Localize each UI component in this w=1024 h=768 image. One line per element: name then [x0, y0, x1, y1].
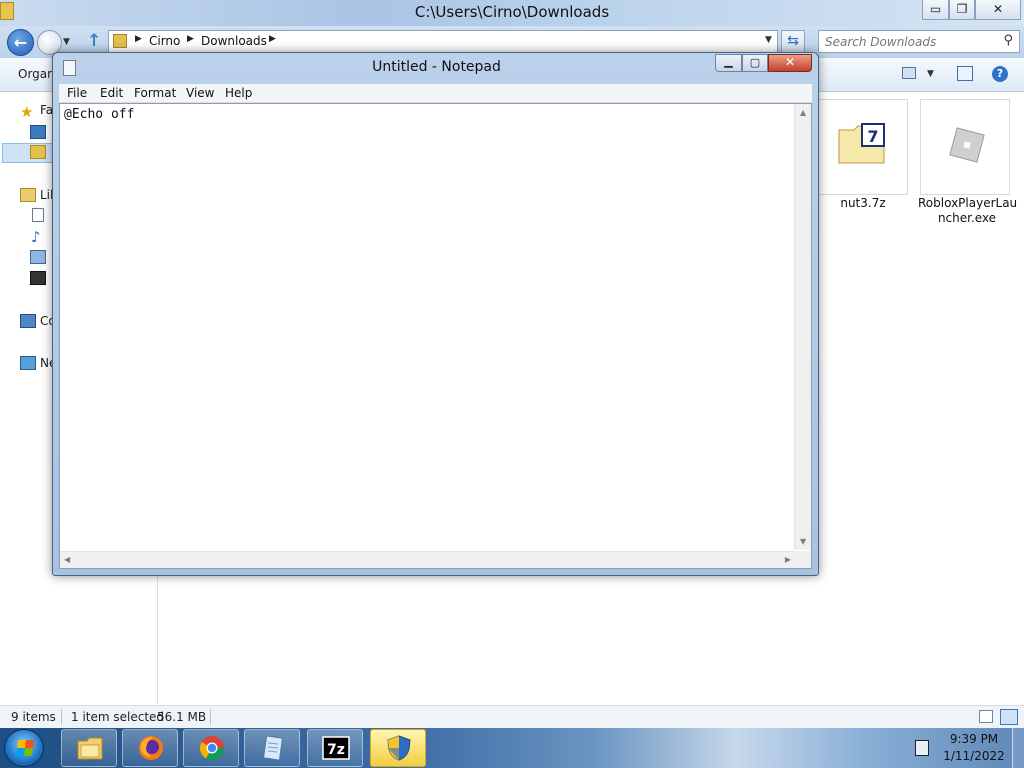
- explorer-minimize-button[interactable]: ▭: [922, 0, 949, 20]
- file-label-robloxplayerlauncher[interactable]: RobloxPlayerLau ncher.exe: [918, 196, 1018, 226]
- firefox-icon: [139, 736, 163, 760]
- recent-pages-dropdown-icon[interactable]: ▼: [63, 37, 70, 47]
- refresh-button[interactable]: ⇆: [781, 30, 805, 53]
- downloads-folder-icon: [113, 34, 127, 48]
- folder-icon: [77, 737, 103, 760]
- music-icon[interactable]: ♪: [31, 228, 47, 246]
- notepad-content[interactable]: @Echo off: [64, 107, 134, 122]
- roblox-icon: [949, 127, 985, 163]
- file-label-nut3-7z[interactable]: nut3.7z: [818, 196, 908, 211]
- network-icon: [20, 356, 36, 370]
- scroll-left-icon[interactable]: ◀: [64, 555, 70, 564]
- address-history-dropdown-icon[interactable]: ▼: [765, 35, 772, 45]
- explorer-maximize-button[interactable]: ❐: [949, 0, 975, 20]
- notepad-icon: [262, 735, 284, 761]
- search-input[interactable]: [825, 34, 995, 50]
- notepad-window-title[interactable]: Untitled - Notepad: [53, 59, 820, 75]
- breadcrumb-item-cirno[interactable]: Cirno: [149, 34, 180, 48]
- large-icons-view-icon[interactable]: [1000, 709, 1018, 725]
- search-icon[interactable]: ⚲: [1003, 33, 1013, 48]
- shield-icon: [387, 735, 411, 761]
- horizontal-scrollbar[interactable]: ◀ ▶: [60, 551, 795, 568]
- breadcrumb[interactable]: ▶ Cirno ▶ Downloads ▶ ▼: [108, 30, 778, 53]
- taskbar-7zip[interactable]: 7z: [307, 729, 363, 767]
- 7zip-label: 7z: [327, 742, 345, 758]
- details-view-icon[interactable]: [979, 710, 993, 723]
- view-options-dropdown-icon[interactable]: ▼: [927, 69, 934, 79]
- taskbar-file-explorer[interactable]: [61, 729, 117, 767]
- show-desktop-button[interactable]: [1012, 728, 1024, 768]
- downloads-folder-icon[interactable]: [30, 145, 46, 159]
- scroll-right-icon[interactable]: ▶: [785, 555, 791, 564]
- status-size: 56.1 MB: [157, 710, 207, 724]
- windows-logo-icon: [15, 740, 35, 756]
- explorer-titlebar[interactable]: C:\Users\Cirno\Downloads ▭ ❐ ✕: [0, 0, 1024, 26]
- change-view-icon[interactable]: [902, 67, 916, 79]
- up-arrow-icon[interactable]: ↑: [87, 31, 101, 51]
- notepad-close-button[interactable]: ✕: [768, 54, 812, 72]
- notepad-text-area[interactable]: @Echo off ▲ ▼ ◀ ▶: [59, 103, 812, 569]
- clock-time[interactable]: 9:39 PM: [940, 732, 1008, 746]
- taskbar-user-account-control[interactable]: [370, 729, 426, 767]
- notepad-menu-bar: File Edit Format View Help: [59, 84, 812, 103]
- scrollbar-corner: [794, 551, 811, 568]
- taskbar-firefox[interactable]: [122, 729, 178, 767]
- vertical-scrollbar[interactable]: ▲ ▼: [794, 104, 811, 550]
- explorer-close-button[interactable]: ✕: [975, 0, 1021, 20]
- chrome-icon: [199, 736, 224, 761]
- svg-text:7: 7: [867, 127, 878, 146]
- status-item-count: 9 items: [11, 710, 56, 724]
- search-box[interactable]: ⚲: [818, 30, 1020, 53]
- scroll-down-icon[interactable]: ▼: [800, 537, 806, 546]
- notepad-minimize-button[interactable]: ▁: [715, 54, 742, 72]
- taskbar: 7z 9:39 PM 1/11/2022: [0, 728, 1024, 768]
- desktop-icon[interactable]: [30, 125, 46, 139]
- menu-edit[interactable]: Edit: [100, 86, 123, 100]
- back-button[interactable]: ←: [7, 29, 34, 56]
- organize-button[interactable]: Organ: [18, 67, 55, 81]
- start-button[interactable]: [4, 729, 44, 767]
- scroll-up-icon[interactable]: ▲: [800, 108, 806, 117]
- 7z-archive-icon: 7: [838, 123, 885, 164]
- chevron-right-icon[interactable]: ▶: [135, 34, 142, 44]
- taskbar-chrome[interactable]: [183, 729, 239, 767]
- notepad-maximize-button[interactable]: ▢: [742, 54, 768, 72]
- status-divider: [61, 709, 62, 725]
- documents-icon[interactable]: [32, 208, 44, 222]
- menu-help[interactable]: Help: [225, 86, 252, 100]
- clock-date[interactable]: 1/11/2022: [940, 749, 1008, 763]
- status-divider: [210, 709, 211, 725]
- computer-icon: [20, 314, 36, 328]
- help-icon[interactable]: ?: [992, 66, 1008, 82]
- libraries-icon: [20, 188, 36, 202]
- menu-view[interactable]: View: [186, 86, 214, 100]
- file-label-line-1: RobloxPlayerLau: [918, 196, 1018, 210]
- preview-pane-icon[interactable]: [957, 66, 973, 81]
- action-center-flag-icon[interactable]: [915, 740, 929, 756]
- videos-icon[interactable]: [30, 271, 46, 285]
- status-selection: 1 item selected: [71, 710, 165, 724]
- menu-format[interactable]: Format: [134, 86, 176, 100]
- taskbar-notepad[interactable]: [244, 729, 300, 767]
- status-bar: 9 items 1 item selected 56.1 MB: [0, 705, 1024, 728]
- menu-file[interactable]: File: [67, 86, 87, 100]
- breadcrumb-item-downloads[interactable]: Downloads: [201, 34, 267, 48]
- pictures-icon[interactable]: [30, 250, 46, 264]
- file-label-line-2: ncher.exe: [937, 211, 997, 225]
- explorer-window-title: C:\Users\Cirno\Downloads: [414, 3, 610, 21]
- chevron-right-icon[interactable]: ▶: [187, 34, 194, 44]
- chevron-right-icon[interactable]: ▶: [269, 34, 276, 44]
- 7zip-icon: 7z: [322, 736, 350, 760]
- star-icon: ★: [20, 103, 34, 121]
- notepad-window: Untitled - Notepad ▁ ▢ ✕ File Edit Forma…: [52, 52, 819, 576]
